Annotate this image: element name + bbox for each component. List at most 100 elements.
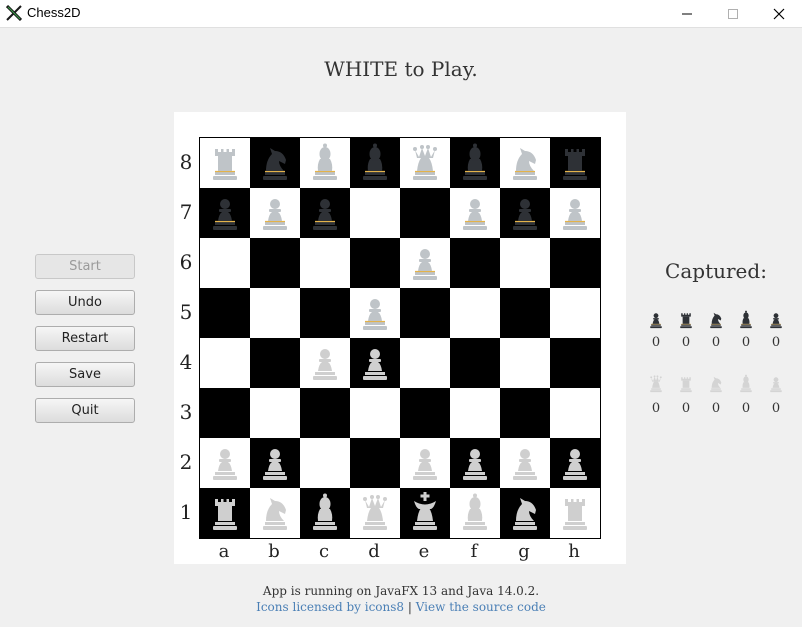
chess-board[interactable] [199, 137, 601, 539]
square-h7[interactable] [550, 188, 600, 238]
square-g5[interactable] [500, 288, 550, 338]
square-a1[interactable] [200, 488, 250, 538]
gray-bishop-icon [313, 493, 337, 530]
file-label: b [268, 541, 280, 562]
square-f8[interactable] [450, 138, 500, 188]
square-f1[interactable] [450, 488, 500, 538]
square-d3[interactable] [350, 388, 400, 438]
square-a6[interactable] [200, 238, 250, 288]
square-d5[interactable] [350, 288, 400, 338]
square-e7[interactable] [400, 188, 450, 238]
rank-label: 8 [179, 150, 193, 174]
black-pawn-icon [513, 199, 537, 230]
icons-license-link[interactable]: Icons licensed by icons8 [256, 600, 404, 614]
gray-bishop-icon [463, 493, 487, 530]
quit-button[interactable]: Quit [35, 398, 135, 423]
square-g7[interactable] [500, 188, 550, 238]
square-c6[interactable] [300, 238, 350, 288]
square-e2[interactable] [400, 438, 450, 488]
rank-label: 1 [179, 500, 193, 524]
minimize-button[interactable] [664, 0, 710, 27]
white-pawn-icon [263, 199, 287, 230]
black-pawn-icon [313, 199, 337, 230]
square-d6[interactable] [350, 238, 400, 288]
rank-label: 7 [179, 200, 193, 224]
square-e5[interactable] [400, 288, 450, 338]
footer-separator: | [404, 600, 416, 614]
square-b1[interactable] [250, 488, 300, 538]
square-a7[interactable] [200, 188, 250, 238]
square-a5[interactable] [200, 288, 250, 338]
square-c4[interactable] [300, 338, 350, 388]
gray-pawn-icon [513, 449, 537, 480]
square-d2[interactable] [350, 438, 400, 488]
square-c8[interactable] [300, 138, 350, 188]
square-g1[interactable] [500, 488, 550, 538]
black-rook-icon [563, 149, 587, 180]
square-e6[interactable] [400, 238, 450, 288]
square-e4[interactable] [400, 338, 450, 388]
white-queen-icon [644, 372, 668, 396]
gray-pawn-icon [213, 449, 237, 480]
square-g8[interactable] [500, 138, 550, 188]
square-c5[interactable] [300, 288, 350, 338]
square-d8[interactable] [350, 138, 400, 188]
undo-button[interactable]: Undo [35, 290, 135, 315]
square-g4[interactable] [500, 338, 550, 388]
white-queen-icon [413, 145, 437, 180]
square-c1[interactable] [300, 488, 350, 538]
square-b4[interactable] [250, 338, 300, 388]
square-h2[interactable] [550, 438, 600, 488]
black-bishop-icon [734, 308, 758, 332]
captured-count: 0 [741, 401, 751, 416]
square-d7[interactable] [350, 188, 400, 238]
square-g2[interactable] [500, 438, 550, 488]
gray-knight-icon [513, 498, 537, 530]
square-f5[interactable] [450, 288, 500, 338]
maximize-button[interactable] [710, 0, 756, 27]
square-e3[interactable] [400, 388, 450, 438]
square-g3[interactable] [500, 388, 550, 438]
square-b7[interactable] [250, 188, 300, 238]
square-f7[interactable] [450, 188, 500, 238]
black-pawn-icon [213, 199, 237, 230]
square-a4[interactable] [200, 338, 250, 388]
square-h3[interactable] [550, 388, 600, 438]
close-icon [773, 8, 785, 19]
white-knight-icon [704, 372, 728, 396]
save-button[interactable]: Save [35, 362, 135, 387]
square-b6[interactable] [250, 238, 300, 288]
square-h8[interactable] [550, 138, 600, 188]
square-h4[interactable] [550, 338, 600, 388]
square-c3[interactable] [300, 388, 350, 438]
square-e8[interactable] [400, 138, 450, 188]
square-g6[interactable] [500, 238, 550, 288]
square-f3[interactable] [450, 388, 500, 438]
square-d1[interactable] [350, 488, 400, 538]
square-a3[interactable] [200, 388, 250, 438]
square-b5[interactable] [250, 288, 300, 338]
square-d4[interactable] [350, 338, 400, 388]
restart-button[interactable]: Restart [35, 326, 135, 351]
square-c2[interactable] [300, 438, 350, 488]
square-f6[interactable] [450, 238, 500, 288]
square-f2[interactable] [450, 438, 500, 488]
square-a8[interactable] [200, 138, 250, 188]
rank-label: 4 [179, 350, 193, 374]
captured-title: Captured: [665, 259, 767, 283]
captured-count: 0 [681, 335, 691, 350]
start-button[interactable]: Start [35, 254, 135, 279]
square-b2[interactable] [250, 438, 300, 488]
square-a2[interactable] [200, 438, 250, 488]
square-f4[interactable] [450, 338, 500, 388]
square-h1[interactable] [550, 488, 600, 538]
square-e1[interactable] [400, 488, 450, 538]
square-b3[interactable] [250, 388, 300, 438]
square-b8[interactable] [250, 138, 300, 188]
rank-label: 3 [179, 400, 193, 424]
square-h5[interactable] [550, 288, 600, 338]
square-c7[interactable] [300, 188, 350, 238]
close-button[interactable] [756, 0, 802, 27]
square-h6[interactable] [550, 238, 600, 288]
source-code-link[interactable]: View the source code [416, 600, 546, 614]
